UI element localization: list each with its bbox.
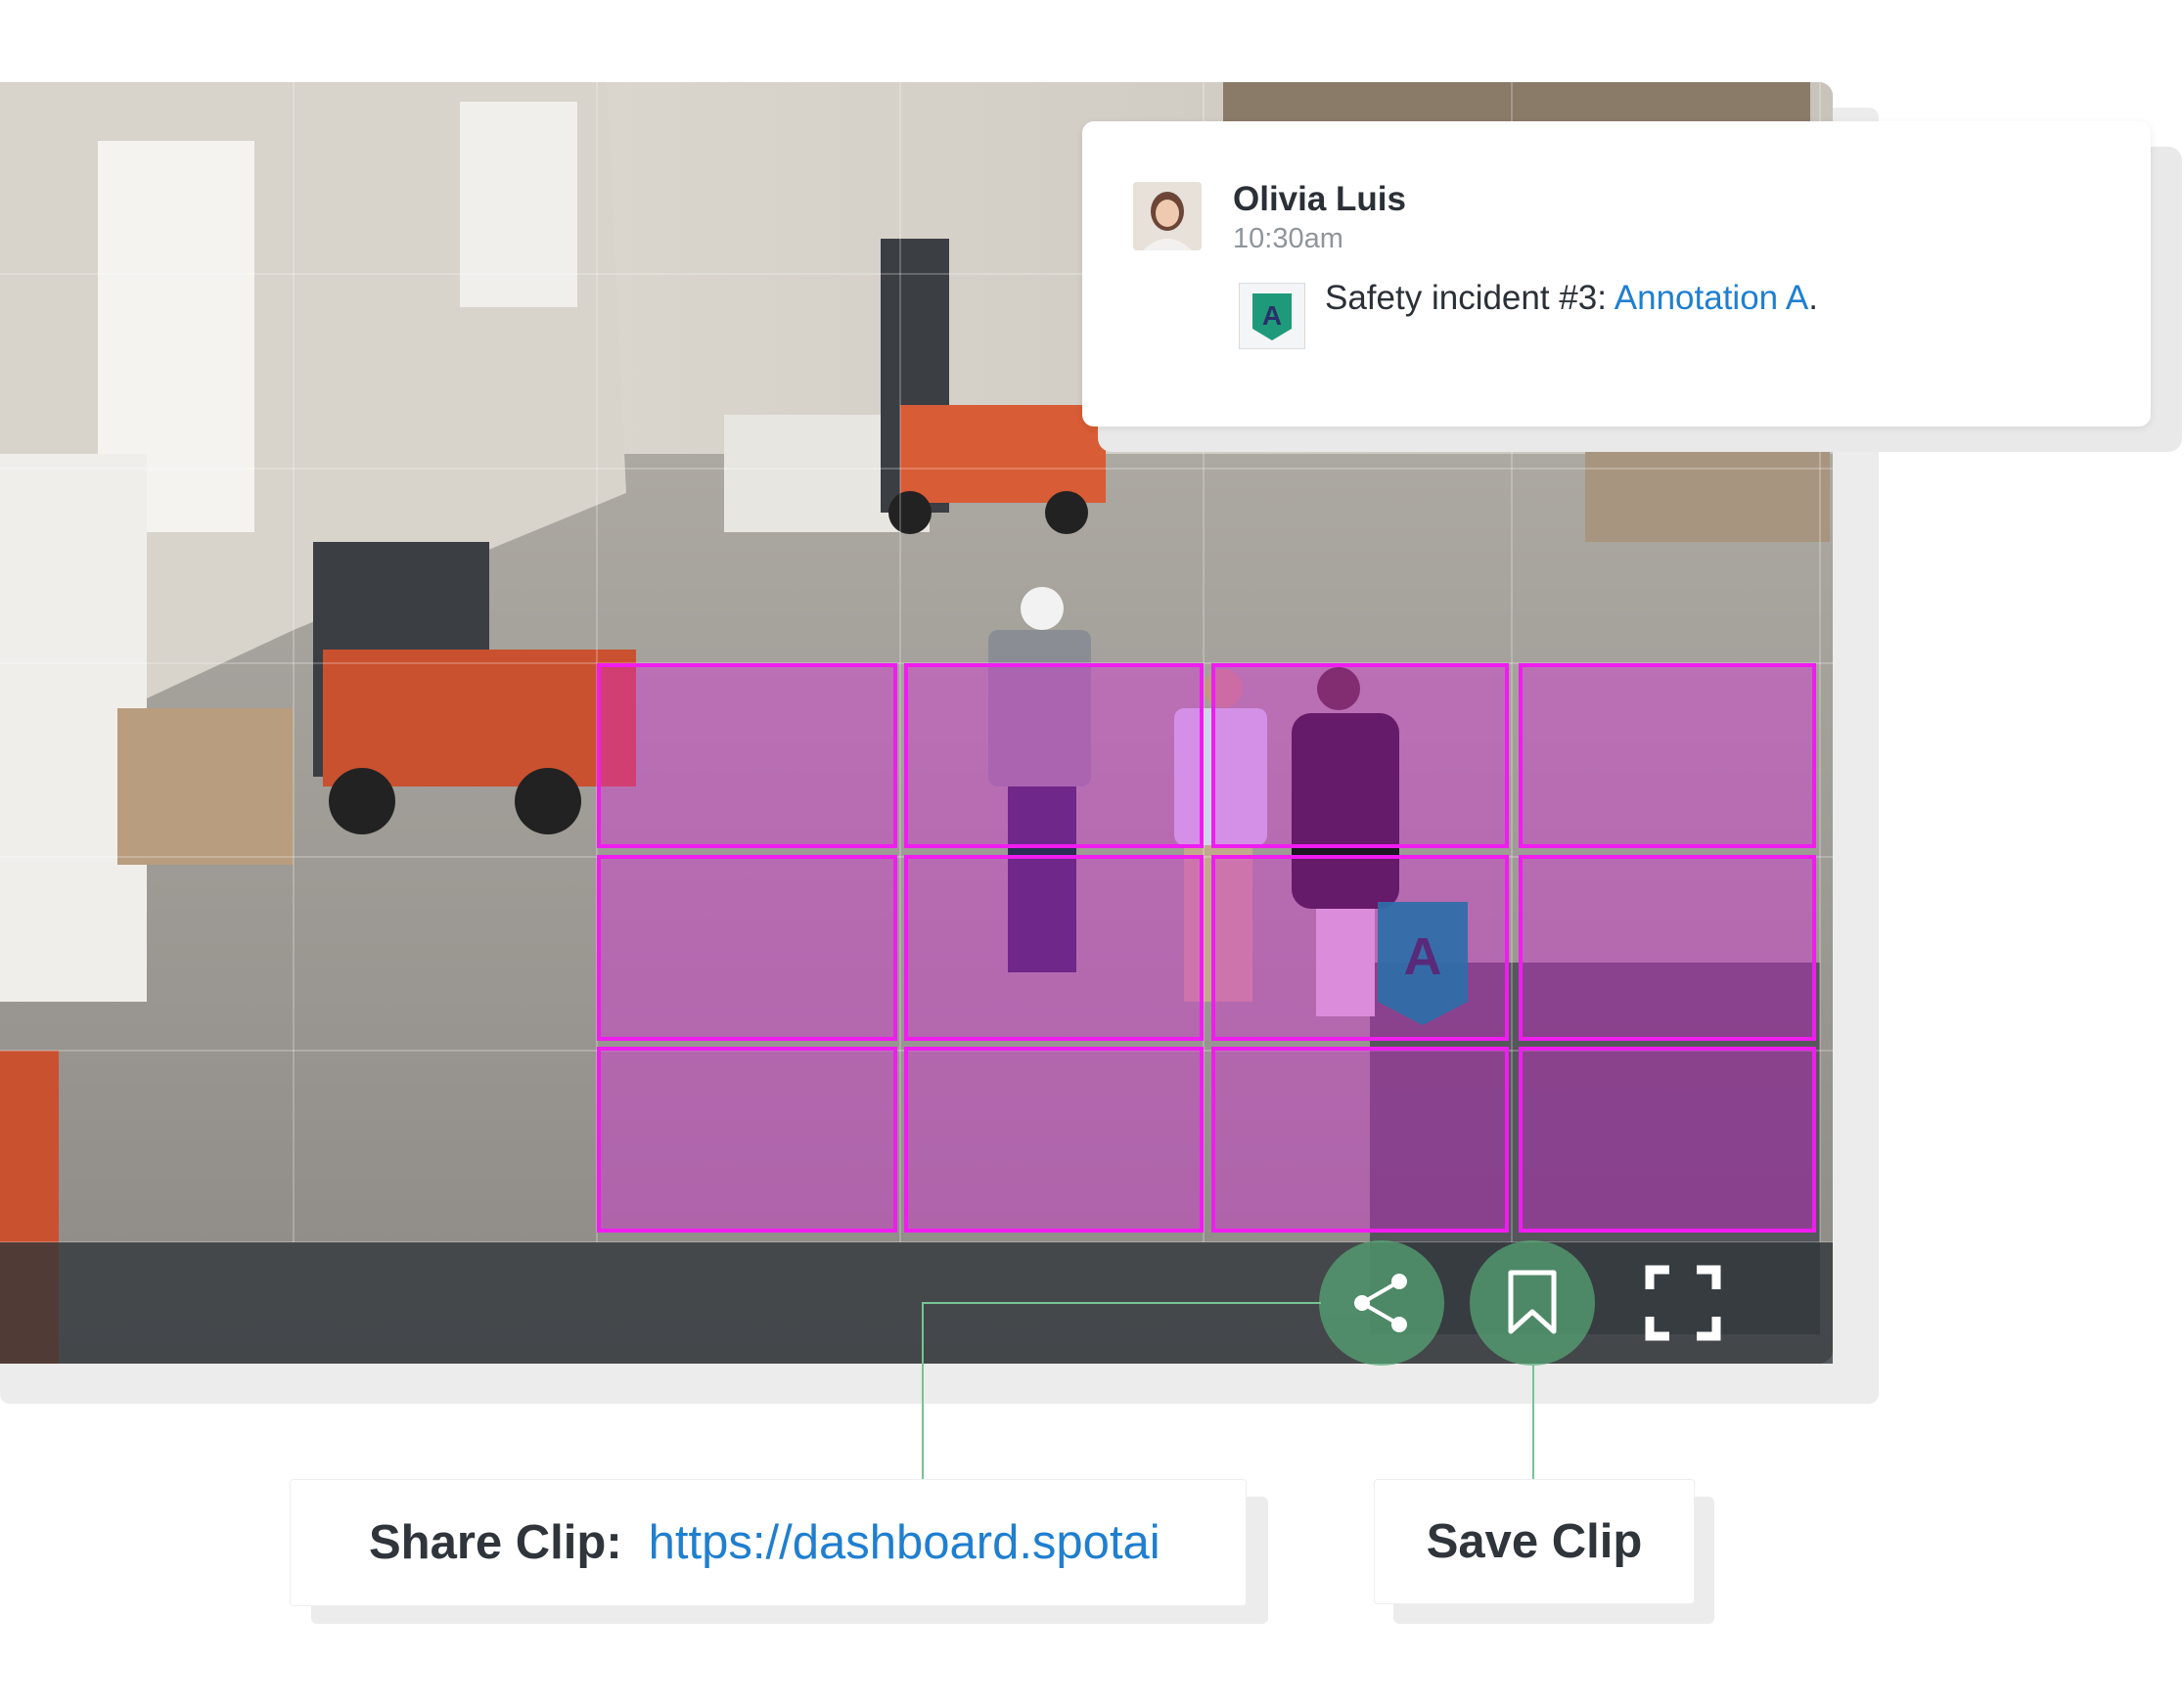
avatar	[1133, 182, 1202, 250]
save-clip-button[interactable]: Save Clip	[1374, 1479, 1695, 1604]
forklift-body-left	[323, 650, 636, 786]
share-connector-horizontal	[922, 1302, 1321, 1304]
comment-text: Safety incident #3: Annotation A.	[1325, 279, 1818, 318]
annotation-marker-a[interactable]: A	[1378, 902, 1468, 1025]
svg-text:A: A	[1262, 300, 1282, 331]
share-icon	[1354, 1274, 1407, 1332]
cardboard-boxes	[117, 708, 294, 865]
annotation-link[interactable]: Annotation A	[1615, 279, 1809, 317]
share-connector-vertical	[922, 1302, 924, 1479]
back-door	[460, 102, 577, 307]
fullscreen-button[interactable]	[1644, 1264, 1722, 1342]
share-clip-label: Share Clip:	[369, 1516, 622, 1569]
user-name: Olivia Luis	[1233, 180, 1406, 218]
annotation-badge[interactable]: A	[1239, 283, 1305, 349]
avatar-image	[1133, 182, 1202, 250]
svg-text:A: A	[1404, 927, 1442, 986]
forklift-body-back	[900, 405, 1106, 503]
comment-prefix: Safety incident #3:	[1325, 279, 1615, 317]
share-clip-url[interactable]: https://dashboard.spotai	[649, 1515, 1160, 1570]
comment-card: Olivia Luis 10:30am A Safety incident #3…	[1082, 121, 2151, 426]
annotation-badge-icon: A	[1252, 293, 1292, 340]
save-clip-label: Save Clip	[1426, 1515, 1643, 1568]
share-clip-box[interactable]: Share Clip: https://dashboard.spotai	[290, 1479, 1247, 1606]
comment-suffix: .	[1808, 279, 1818, 317]
save-connector-vertical	[1532, 1364, 1534, 1479]
bookmark-button[interactable]	[1470, 1240, 1595, 1366]
bookmark-icon	[1508, 1270, 1557, 1334]
comment-time: 10:30am	[1233, 223, 1343, 254]
share-button[interactable]	[1319, 1240, 1444, 1366]
fullscreen-icon	[1645, 1265, 1721, 1341]
